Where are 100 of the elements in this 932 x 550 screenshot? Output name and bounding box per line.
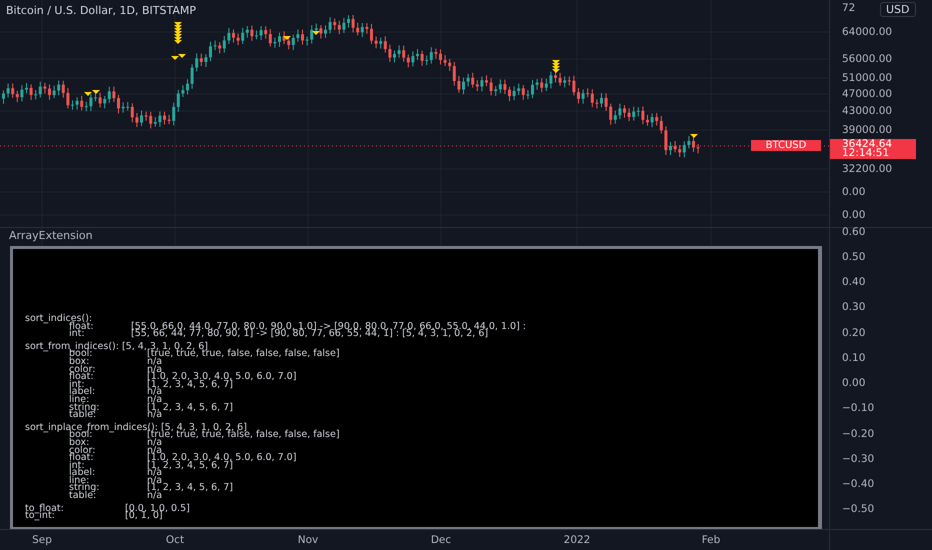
candle xyxy=(48,84,51,100)
time-axis-label: Feb xyxy=(702,534,720,546)
price-axis-label: 43000.00 xyxy=(842,105,892,117)
row-value: n/a xyxy=(147,446,162,454)
candle xyxy=(140,110,143,126)
candle xyxy=(347,14,350,28)
arrow-marker-icon xyxy=(174,22,182,44)
row-label: label: xyxy=(68,469,96,477)
row-value: [1, 2, 3, 4, 5, 6, 7] xyxy=(147,484,234,492)
time-axis-label: 2022 xyxy=(564,534,590,546)
row-label: line: xyxy=(68,476,90,484)
row-label: color: xyxy=(68,366,96,374)
candle xyxy=(25,82,28,94)
row-label: box: xyxy=(68,358,90,366)
row-value: [1, 2, 3, 4, 5, 6, 7] xyxy=(147,462,234,470)
indicator-axis-label: −0.40 xyxy=(842,478,874,490)
candle xyxy=(278,32,281,48)
row-value: [true, true, true, false, false, false, false] xyxy=(147,431,341,439)
row-value: n/a xyxy=(147,388,164,396)
price-axis-label: 51000.00 xyxy=(842,72,892,84)
row-value: n/a xyxy=(147,469,164,477)
price-axis-label: 32200.00 xyxy=(842,163,892,175)
price-axis-label: 56000.00 xyxy=(842,53,892,65)
candle xyxy=(577,87,580,104)
row-value: n/a xyxy=(147,492,164,500)
row-value: [true, true, true, false, false, false, false] xyxy=(147,350,341,358)
candle xyxy=(508,86,511,102)
row-label: box: xyxy=(68,438,90,446)
time-axis-label: Sep xyxy=(32,534,52,546)
arrow-marker-icon xyxy=(312,31,320,35)
candle xyxy=(623,104,626,118)
indicator-name: ArrayExtension xyxy=(9,229,93,242)
price-axis-label: 64000.00 xyxy=(842,26,892,38)
time-axis-label: Dec xyxy=(430,534,452,546)
candle xyxy=(393,50,396,64)
row-value: n/a xyxy=(147,358,162,366)
indicator-axis-label: 0.00 xyxy=(842,377,866,389)
time-axis-label: Nov xyxy=(298,534,318,546)
candle xyxy=(692,136,695,152)
row-label: table: xyxy=(68,492,96,500)
indicator-axis-label: 0.30 xyxy=(842,301,866,313)
row-value: n/a xyxy=(147,476,164,484)
section-heading: sort_indices(): xyxy=(25,315,94,323)
arrow-marker-icon xyxy=(283,36,291,40)
countdown-timer: 12:14:51 xyxy=(842,149,890,158)
row-label: color: xyxy=(68,446,96,454)
candle xyxy=(301,29,304,46)
row-value: [1.0, 2.0, 3.0, 4.0, 5.0, 6.0, 7.0] xyxy=(147,454,298,462)
candle xyxy=(163,111,166,126)
candle xyxy=(646,114,649,126)
price-axis-label: 39000.00 xyxy=(842,124,892,136)
candle xyxy=(186,78,189,95)
row-value: [1.0, 2.0, 3.0, 4.0, 5.0, 6.0, 7.0] xyxy=(147,373,298,381)
candle xyxy=(71,100,74,110)
indicator-axis-label: 0.20 xyxy=(842,327,866,339)
indicator-axis-label: −0.30 xyxy=(842,453,874,465)
row-value: n/a xyxy=(147,438,162,446)
row-label: label: xyxy=(68,388,96,396)
row-label: string: xyxy=(68,404,100,412)
indicator-axis-label: 0.10 xyxy=(842,352,866,364)
price-axis-label: 72 xyxy=(842,2,856,14)
candle xyxy=(370,23,373,44)
candle xyxy=(696,144,700,154)
price-axis-label: 0.00 xyxy=(842,186,866,198)
row-value: [1, 2, 3, 4, 5, 6, 7] xyxy=(147,404,234,412)
row-label: line: xyxy=(68,396,90,404)
row-label: int: xyxy=(68,380,85,388)
row-value: n/a xyxy=(147,411,164,419)
row-label: bool: xyxy=(69,431,92,439)
candle xyxy=(439,48,442,65)
indicator-axis-label: −0.10 xyxy=(842,402,874,414)
candle xyxy=(600,92,603,108)
indicator-axis-label: 0.60 xyxy=(842,226,866,238)
candle xyxy=(255,30,258,40)
symbol-label: BTCUSD xyxy=(751,140,821,151)
row-label: to_int: xyxy=(25,512,55,520)
last-price: 36424.64 xyxy=(842,140,894,149)
row-value: [55, 66, 44, 77, 80, 90, 1] -> [90, 80, 77, 66, 55, 44, 1] : [5, 4, 3, 1, 0, 2, 6] xyxy=(131,330,488,338)
price-axis-label: 0.00 xyxy=(842,209,866,221)
candle xyxy=(531,79,534,99)
chart-title: Bitcoin / U.S. Dollar, 1D, BITSTAMP xyxy=(6,4,196,17)
row-value: [0, 1, 0] xyxy=(125,512,163,520)
candle xyxy=(669,142,672,156)
candle xyxy=(324,24,327,38)
currency-button[interactable]: USD xyxy=(880,2,916,17)
row-value: [1, 2, 3, 4, 5, 6, 7] xyxy=(147,380,234,388)
indicator-axis-label: −0.50 xyxy=(842,503,874,515)
row-label: float: xyxy=(68,373,94,381)
row-value: n/a xyxy=(147,366,162,374)
candle xyxy=(485,74,488,87)
row-label: int: xyxy=(68,462,85,470)
candle xyxy=(117,94,120,114)
candle xyxy=(232,28,235,44)
row-label: bool: xyxy=(69,350,92,358)
section-heading: sort_inplace_from_indices(): [5, 4, 3, 1, 0, 2, 6] xyxy=(25,424,247,432)
indicator-axis-label: −0.20 xyxy=(842,428,874,440)
candle xyxy=(554,70,557,83)
indicator-axis-label: 0.40 xyxy=(842,276,866,288)
row-label: float: xyxy=(68,454,94,462)
row-label: table: xyxy=(68,411,96,419)
